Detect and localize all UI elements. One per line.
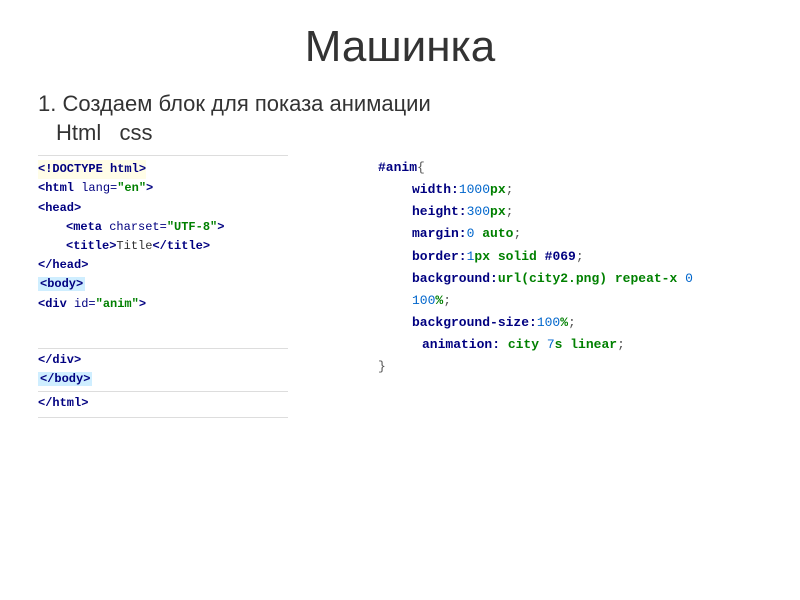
code-token: <title>: [66, 239, 116, 253]
code-token: background-size:: [412, 315, 537, 330]
code-token: linear: [562, 337, 617, 352]
code-token: px: [490, 204, 506, 219]
code-token: 100: [412, 293, 435, 308]
code-token: border:: [412, 249, 467, 264]
code-token: <div: [38, 297, 74, 311]
code-token: ;: [576, 249, 584, 264]
code-token: ;: [506, 204, 514, 219]
code-token: px: [474, 249, 490, 264]
css-code-block: #anim{ width:1000px; height:300px; margi…: [378, 155, 738, 418]
html-code-block: <!DOCTYPE html> <html lang="en"> <head> …: [38, 155, 288, 418]
code-token: %: [560, 315, 568, 330]
code-token: </div>: [38, 353, 81, 367]
code-token: ;: [617, 337, 625, 352]
body-text: 1. Создаем блок для показа анимации Html…: [0, 72, 800, 147]
code-token: "en": [117, 181, 146, 195]
divider: [38, 348, 288, 349]
code-token: <meta: [66, 220, 109, 234]
code-token: #069: [545, 249, 576, 264]
code-token: </head>: [38, 258, 88, 272]
code-token: {: [417, 160, 425, 175]
code-token: city2.png: [529, 271, 599, 286]
code-token: "anim": [96, 297, 139, 311]
code-token: html: [110, 162, 139, 176]
code-token: ;: [513, 226, 521, 241]
code-token: <body>: [38, 277, 85, 291]
code-token: 1000: [459, 182, 490, 197]
code-token: animation:: [422, 337, 500, 352]
code-token: height:: [412, 204, 467, 219]
code-token: <!DOCTYPE: [38, 162, 110, 176]
code-token: </html>: [38, 396, 88, 410]
code-token: ;: [568, 315, 576, 330]
code-token: >: [139, 162, 146, 176]
code-token: lang=: [81, 181, 117, 195]
code-token: ;: [443, 293, 451, 308]
code-token: ): [599, 271, 607, 286]
code-token: city: [500, 337, 547, 352]
code-token: >: [217, 220, 224, 234]
code-token: </body>: [38, 372, 92, 386]
code-token: charset=: [109, 220, 167, 234]
code-token: id=: [74, 297, 96, 311]
code-token: margin:: [412, 226, 467, 241]
code-token: 0: [685, 271, 693, 286]
code-token: <head>: [38, 201, 81, 215]
code-token: background:: [412, 271, 498, 286]
code-token: 300: [467, 204, 490, 219]
body-line-2: Html css: [38, 119, 800, 148]
code-token: <html: [38, 181, 81, 195]
code-token: url(: [498, 271, 529, 286]
code-token: 100: [537, 315, 560, 330]
code-token: >: [146, 181, 153, 195]
code-token: </title>: [152, 239, 210, 253]
code-token: 7: [547, 337, 555, 352]
code-token: Title: [116, 239, 152, 253]
code-token: >: [139, 297, 146, 311]
code-area: <!DOCTYPE html> <html lang="en"> <head> …: [0, 147, 800, 418]
code-token: px: [490, 182, 506, 197]
code-token: repeat-x: [607, 271, 685, 286]
code-token: }: [378, 359, 386, 374]
code-token: solid: [490, 249, 545, 264]
code-token: width:: [412, 182, 459, 197]
code-token: #anim: [378, 160, 417, 175]
body-line-1: 1. Создаем блок для показа анимации: [38, 90, 800, 119]
code-token: ;: [506, 182, 514, 197]
code-token: auto: [474, 226, 513, 241]
code-token: "UTF-8": [167, 220, 217, 234]
divider: [38, 391, 288, 392]
page-title: Машинка: [0, 0, 800, 72]
slide: Машинка 1. Создаем блок для показа анима…: [0, 0, 800, 600]
